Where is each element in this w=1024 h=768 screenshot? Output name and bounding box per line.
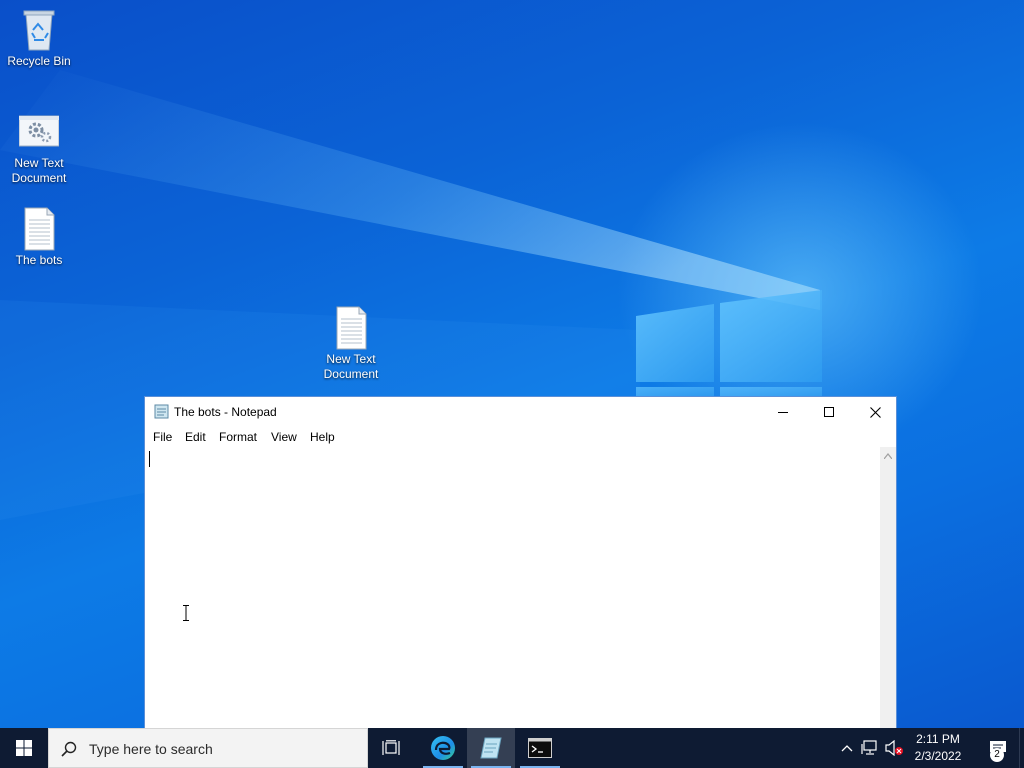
chevron-up-icon [841, 745, 853, 752]
text-file-icon [24, 207, 55, 251]
desktop-icon-label: New Text Document [11, 156, 67, 185]
edge-icon [431, 736, 455, 760]
notepad-icon [154, 404, 169, 419]
task-view-button[interactable] [368, 728, 416, 768]
menu-edit[interactable]: Edit [185, 430, 206, 444]
taskbar-terminal-button[interactable] [516, 728, 564, 768]
menu-file[interactable]: File [153, 430, 172, 444]
clock-time: 2:11 PM [916, 732, 960, 746]
taskbar: Type here to search 2:11 PM 2/3/2022 2 [0, 728, 1024, 768]
vertical-scrollbar[interactable] [880, 447, 896, 737]
start-button[interactable] [0, 728, 48, 768]
notepad-window[interactable]: The bots - Notepad File Edit Format View… [144, 396, 897, 737]
desktop-icon-label: The bots [15, 253, 63, 267]
taskbar-search-box[interactable]: Type here to search [48, 728, 368, 768]
close-button[interactable] [852, 397, 898, 427]
maximize-icon [824, 407, 834, 417]
ibeam-cursor-icon [183, 605, 189, 621]
title-bar[interactable]: The bots - Notepad [145, 397, 896, 427]
system-clock[interactable]: 2:11 PM 2/3/2022 [906, 731, 970, 765]
desktop-icon-new-text-document[interactable]: New Text Document [1, 110, 77, 186]
taskbar-edge-button[interactable] [419, 728, 467, 768]
task-view-icon [382, 740, 400, 755]
notepad-icon [480, 737, 502, 759]
network-icon [861, 740, 877, 755]
close-icon [869, 406, 881, 418]
text-file-icon [336, 306, 367, 350]
minimize-icon [778, 412, 788, 413]
desktop-icon-label: New Text Document [323, 352, 379, 381]
desktop-icon-new-text-document-2[interactable]: New Text Document [313, 306, 389, 382]
maximize-button[interactable] [806, 397, 852, 427]
show-hidden-icons-button[interactable] [838, 728, 856, 768]
settings-file-icon [19, 115, 59, 147]
text-caret [149, 451, 150, 467]
recycle-bin-icon [23, 10, 55, 51]
volume-muted-icon [885, 740, 903, 756]
minimize-button[interactable] [760, 397, 806, 427]
scroll-up-arrow-icon[interactable] [884, 453, 892, 459]
menu-view[interactable]: View [271, 430, 297, 444]
text-editor[interactable] [145, 447, 880, 737]
show-desktop-button[interactable] [1019, 728, 1024, 768]
search-icon [61, 741, 77, 757]
network-button[interactable] [860, 728, 880, 768]
clock-date: 2/3/2022 [914, 749, 962, 763]
desktop-icon-label: Recycle Bin [7, 54, 71, 68]
taskbar-notepad-button[interactable] [467, 728, 515, 768]
desktop-icon-recycle-bin[interactable]: Recycle Bin [1, 8, 77, 69]
desktop-icon-the-bots[interactable]: The bots [1, 207, 77, 268]
windows-logo-wallpaper [636, 290, 822, 400]
search-placeholder: Type here to search [89, 741, 213, 757]
menu-format[interactable]: Format [219, 430, 257, 444]
windows-start-icon [16, 740, 32, 756]
window-title: The bots - Notepad [174, 405, 277, 419]
menu-bar: File Edit Format View Help [145, 427, 896, 448]
volume-button[interactable] [883, 728, 905, 768]
notification-count-badge: 2 [990, 748, 1004, 762]
terminal-icon [528, 738, 552, 758]
menu-help[interactable]: Help [310, 430, 335, 444]
